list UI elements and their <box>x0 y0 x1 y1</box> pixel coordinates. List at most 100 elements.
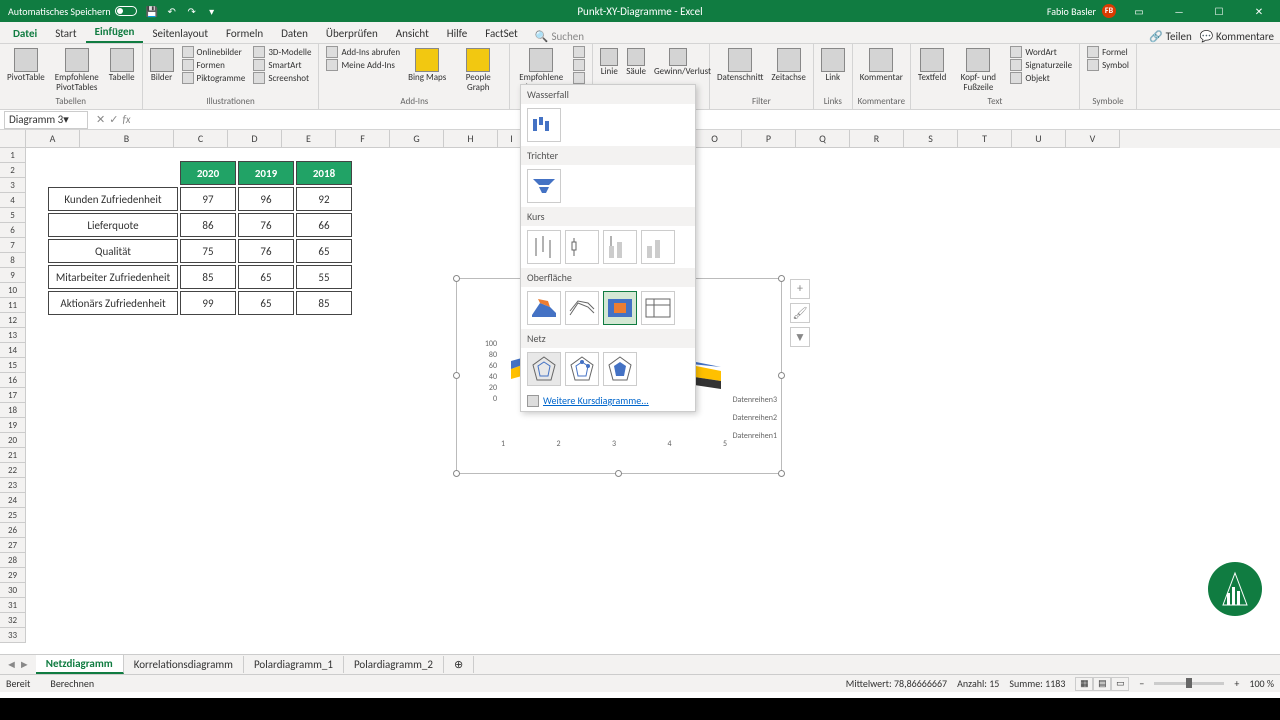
col-header[interactable]: U <box>1012 130 1066 148</box>
new-sheet-button[interactable]: ⊕ <box>444 656 474 673</box>
pictograms-button[interactable]: Piktogramme <box>179 72 249 84</box>
chart-type-2[interactable] <box>570 59 588 71</box>
row-header[interactable]: 12 <box>0 313 26 328</box>
shapes-button[interactable]: Formen <box>179 59 249 71</box>
row-header[interactable]: 9 <box>0 268 26 283</box>
row-header[interactable]: 31 <box>0 598 26 613</box>
link-button[interactable]: Link <box>818 46 848 85</box>
undo-icon[interactable]: ↶ <box>165 4 179 18</box>
surface-chart-3-icon[interactable] <box>603 291 637 325</box>
col-header[interactable]: Q <box>796 130 850 148</box>
my-addins-button[interactable]: Meine Add-Ins <box>323 59 403 71</box>
chart-elements-button[interactable]: + <box>790 279 810 299</box>
tab-formulas[interactable]: Formeln <box>217 24 272 43</box>
tab-review[interactable]: Überprüfen <box>317 24 387 43</box>
row-header[interactable]: 29 <box>0 568 26 583</box>
col-header[interactable]: S <box>904 130 958 148</box>
tab-view[interactable]: Ansicht <box>387 24 438 43</box>
stock-chart-2-icon[interactable] <box>565 230 599 264</box>
col-header[interactable]: P <box>742 130 796 148</box>
maximize-icon[interactable]: ☐ <box>1202 0 1236 22</box>
row-header[interactable]: 3 <box>0 178 26 193</box>
row-header[interactable]: 10 <box>0 283 26 298</box>
sparkline-line-button[interactable]: Linie <box>597 46 621 79</box>
col-header[interactable]: O <box>688 130 742 148</box>
sheet-prev-icon[interactable]: ◄ <box>6 658 17 671</box>
select-all-corner[interactable] <box>0 130 26 148</box>
save-icon[interactable]: 💾 <box>145 4 159 18</box>
models3d-button[interactable]: 3D-Modelle <box>250 46 314 58</box>
row-header[interactable]: 32 <box>0 613 26 628</box>
comments-button[interactable]: 💬 Kommentare <box>1200 30 1274 43</box>
search-box[interactable]: 🔍 Suchen <box>535 30 584 43</box>
funnel-chart-icon[interactable] <box>527 169 561 203</box>
col-header[interactable]: V <box>1066 130 1120 148</box>
waterfall-chart-icon[interactable] <box>527 108 561 142</box>
radar-chart-3-icon[interactable] <box>603 352 637 386</box>
autosave-toggle[interactable] <box>115 6 137 16</box>
row-header[interactable]: 20 <box>0 433 26 448</box>
chart-type-3[interactable] <box>570 72 588 84</box>
row-header[interactable]: 7 <box>0 238 26 253</box>
zoom-out-button[interactable]: − <box>1139 677 1144 690</box>
row-header[interactable]: 17 <box>0 388 26 403</box>
zoom-in-button[interactable]: + <box>1234 677 1239 690</box>
fx-icon[interactable]: fx <box>122 113 130 126</box>
row-header[interactable]: 30 <box>0 583 26 598</box>
bingmaps-button[interactable]: Bing Maps <box>405 46 449 85</box>
comment-button[interactable]: Kommentar <box>857 46 906 85</box>
wordart-button[interactable]: WordArt <box>1007 46 1075 58</box>
ribbon-options-icon[interactable]: ▭ <box>1122 0 1156 22</box>
view-pagelayout-icon[interactable]: ▤ <box>1093 677 1111 691</box>
tab-file[interactable]: Datei <box>4 24 46 43</box>
minimize-icon[interactable]: — <box>1162 0 1196 22</box>
formula-input[interactable] <box>131 111 1280 129</box>
row-header[interactable]: 1 <box>0 148 26 163</box>
col-header[interactable]: B <box>80 130 174 148</box>
chart-styles-button[interactable]: 🖌 <box>790 303 810 323</box>
cancel-icon[interactable]: ✕ <box>96 113 105 126</box>
row-header[interactable]: 13 <box>0 328 26 343</box>
row-header[interactable]: 24 <box>0 493 26 508</box>
surface-chart-4-icon[interactable] <box>641 291 675 325</box>
col-header[interactable]: R <box>850 130 904 148</box>
enter-icon[interactable]: ✓ <box>109 113 118 126</box>
screenshot-button[interactable]: Screenshot <box>250 72 314 84</box>
smartart-button[interactable]: SmartArt <box>250 59 314 71</box>
row-header[interactable]: 18 <box>0 403 26 418</box>
chart-filter-button[interactable]: ▼ <box>790 327 810 347</box>
col-header[interactable]: H <box>444 130 498 148</box>
radar-chart-1-icon[interactable] <box>527 352 561 386</box>
row-header[interactable]: 27 <box>0 538 26 553</box>
sheet-tab-korrelation[interactable]: Korrelationsdiagramm <box>124 656 244 673</box>
sparkline-winloss-button[interactable]: Gewinn/Verlust <box>651 46 705 79</box>
sheet-tab-polar1[interactable]: Polardiagramm_1 <box>244 656 344 673</box>
view-pagebreak-icon[interactable]: ▭ <box>1111 677 1129 691</box>
col-header[interactable]: G <box>390 130 444 148</box>
row-header[interactable]: 28 <box>0 553 26 568</box>
stock-chart-4-icon[interactable] <box>641 230 675 264</box>
row-header[interactable]: 16 <box>0 373 26 388</box>
get-addins-button[interactable]: Add-Ins abrufen <box>323 46 403 58</box>
timeline-button[interactable]: Zeitachse <box>768 46 808 85</box>
recommended-pivot-button[interactable]: Empfohlene PivotTables <box>50 46 104 95</box>
col-header[interactable]: D <box>228 130 282 148</box>
close-icon[interactable]: ✕ <box>1242 0 1276 22</box>
table-button[interactable]: Tabelle <box>106 46 138 85</box>
surface-chart-2-icon[interactable] <box>565 291 599 325</box>
tab-insert[interactable]: Einfügen <box>86 22 144 43</box>
share-button[interactable]: 🔗 Teilen <box>1149 30 1191 43</box>
symbol-button[interactable]: Symbol <box>1084 59 1132 71</box>
row-header[interactable]: 21 <box>0 448 26 463</box>
col-header[interactable]: A <box>26 130 80 148</box>
col-header[interactable]: F <box>336 130 390 148</box>
online-pics-button[interactable]: Onlinebilder <box>179 46 249 58</box>
object-button[interactable]: Objekt <box>1007 72 1075 84</box>
radar-chart-2-icon[interactable] <box>565 352 599 386</box>
sparkline-column-button[interactable]: Säule <box>623 46 649 79</box>
chart-type-1[interactable] <box>570 46 588 58</box>
user-avatar[interactable]: FB <box>1102 4 1116 18</box>
name-box[interactable]: Diagramm 3 ▾ <box>4 111 88 129</box>
row-header[interactable]: 5 <box>0 208 26 223</box>
surface-chart-1-icon[interactable] <box>527 291 561 325</box>
